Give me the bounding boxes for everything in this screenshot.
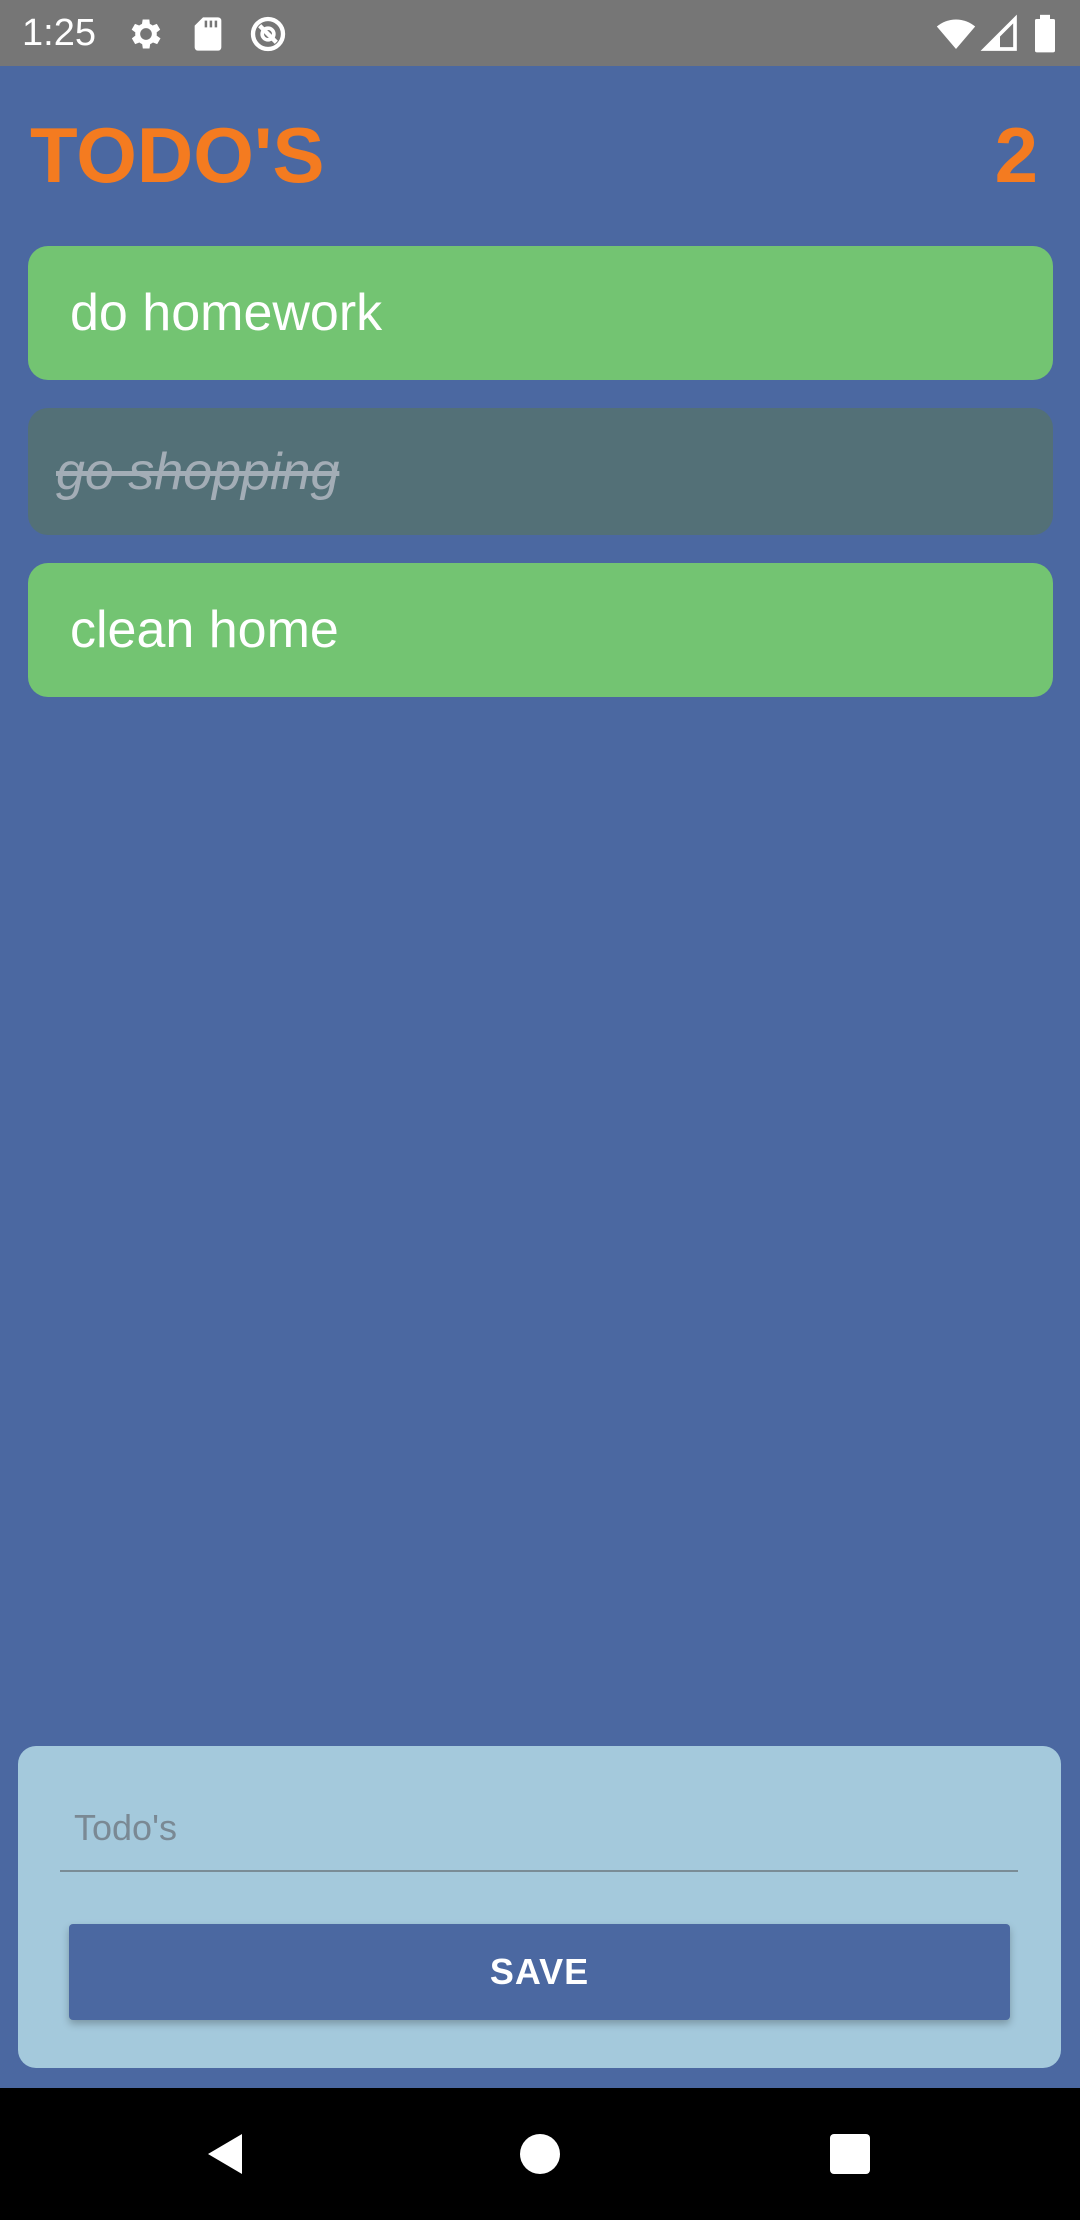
status-bar: 1:25: [0, 0, 1080, 66]
sd-card-icon: [188, 14, 228, 54]
todo-count: 2: [994, 111, 1038, 199]
wifi-icon: [936, 14, 976, 54]
save-button[interactable]: SAVE: [69, 1924, 1010, 2020]
todo-item[interactable]: clean home: [28, 563, 1053, 697]
settings-icon: [126, 14, 166, 54]
recents-icon[interactable]: [826, 2130, 874, 2178]
signal-icon: [980, 14, 1020, 54]
todo-text: clean home: [70, 601, 339, 659]
back-icon[interactable]: [202, 2130, 250, 2178]
app-screen: TODO'S 2 do homework go shopping clean h…: [0, 66, 1080, 2088]
todo-item-completed[interactable]: go shopping: [28, 408, 1053, 535]
navigation-bar: [0, 2088, 1080, 2220]
home-icon[interactable]: [516, 2130, 564, 2178]
new-todo-panel: SAVE: [18, 1746, 1061, 2068]
status-time: 1:25: [22, 12, 96, 54]
todo-input[interactable]: [60, 1786, 1018, 1872]
todo-list: do homework go shopping clean home: [28, 246, 1053, 725]
battery-icon: [1030, 14, 1060, 54]
todo-text: do homework: [70, 284, 383, 342]
page-title: TODO'S: [30, 111, 325, 199]
sync-icon: [248, 14, 288, 54]
todo-item[interactable]: do homework: [28, 246, 1053, 380]
todo-text: go shopping: [56, 442, 340, 501]
